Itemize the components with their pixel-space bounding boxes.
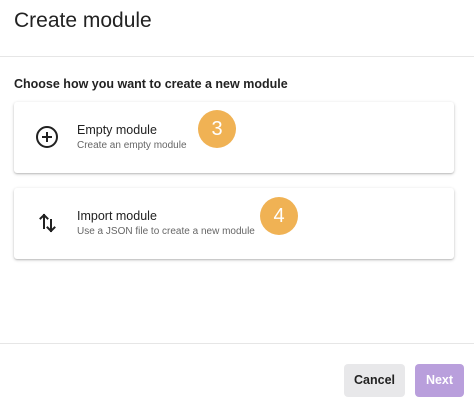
swap-vertical-icon <box>35 211 59 235</box>
step-badge: 4 <box>260 197 298 235</box>
add-circle-icon <box>35 125 59 149</box>
import-module-option[interactable]: Import module Use a JSON file to create … <box>14 188 454 259</box>
option-description: Use a JSON file to create a new module <box>77 226 255 237</box>
option-label: Empty module <box>77 123 157 137</box>
option-label: Import module <box>77 209 157 223</box>
step-badge: 3 <box>198 110 236 148</box>
next-button[interactable]: Next <box>415 364 464 397</box>
cancel-button[interactable]: Cancel <box>344 364 405 397</box>
option-description: Create an empty module <box>77 140 187 151</box>
dialog-header: Create module <box>0 0 474 57</box>
dialog-footer: Cancel Next <box>0 343 474 404</box>
dialog-title: Create module <box>14 9 152 32</box>
empty-module-option[interactable]: Empty module Create an empty module 3 <box>14 102 454 173</box>
section-subtitle: Choose how you want to create a new modu… <box>14 77 288 91</box>
